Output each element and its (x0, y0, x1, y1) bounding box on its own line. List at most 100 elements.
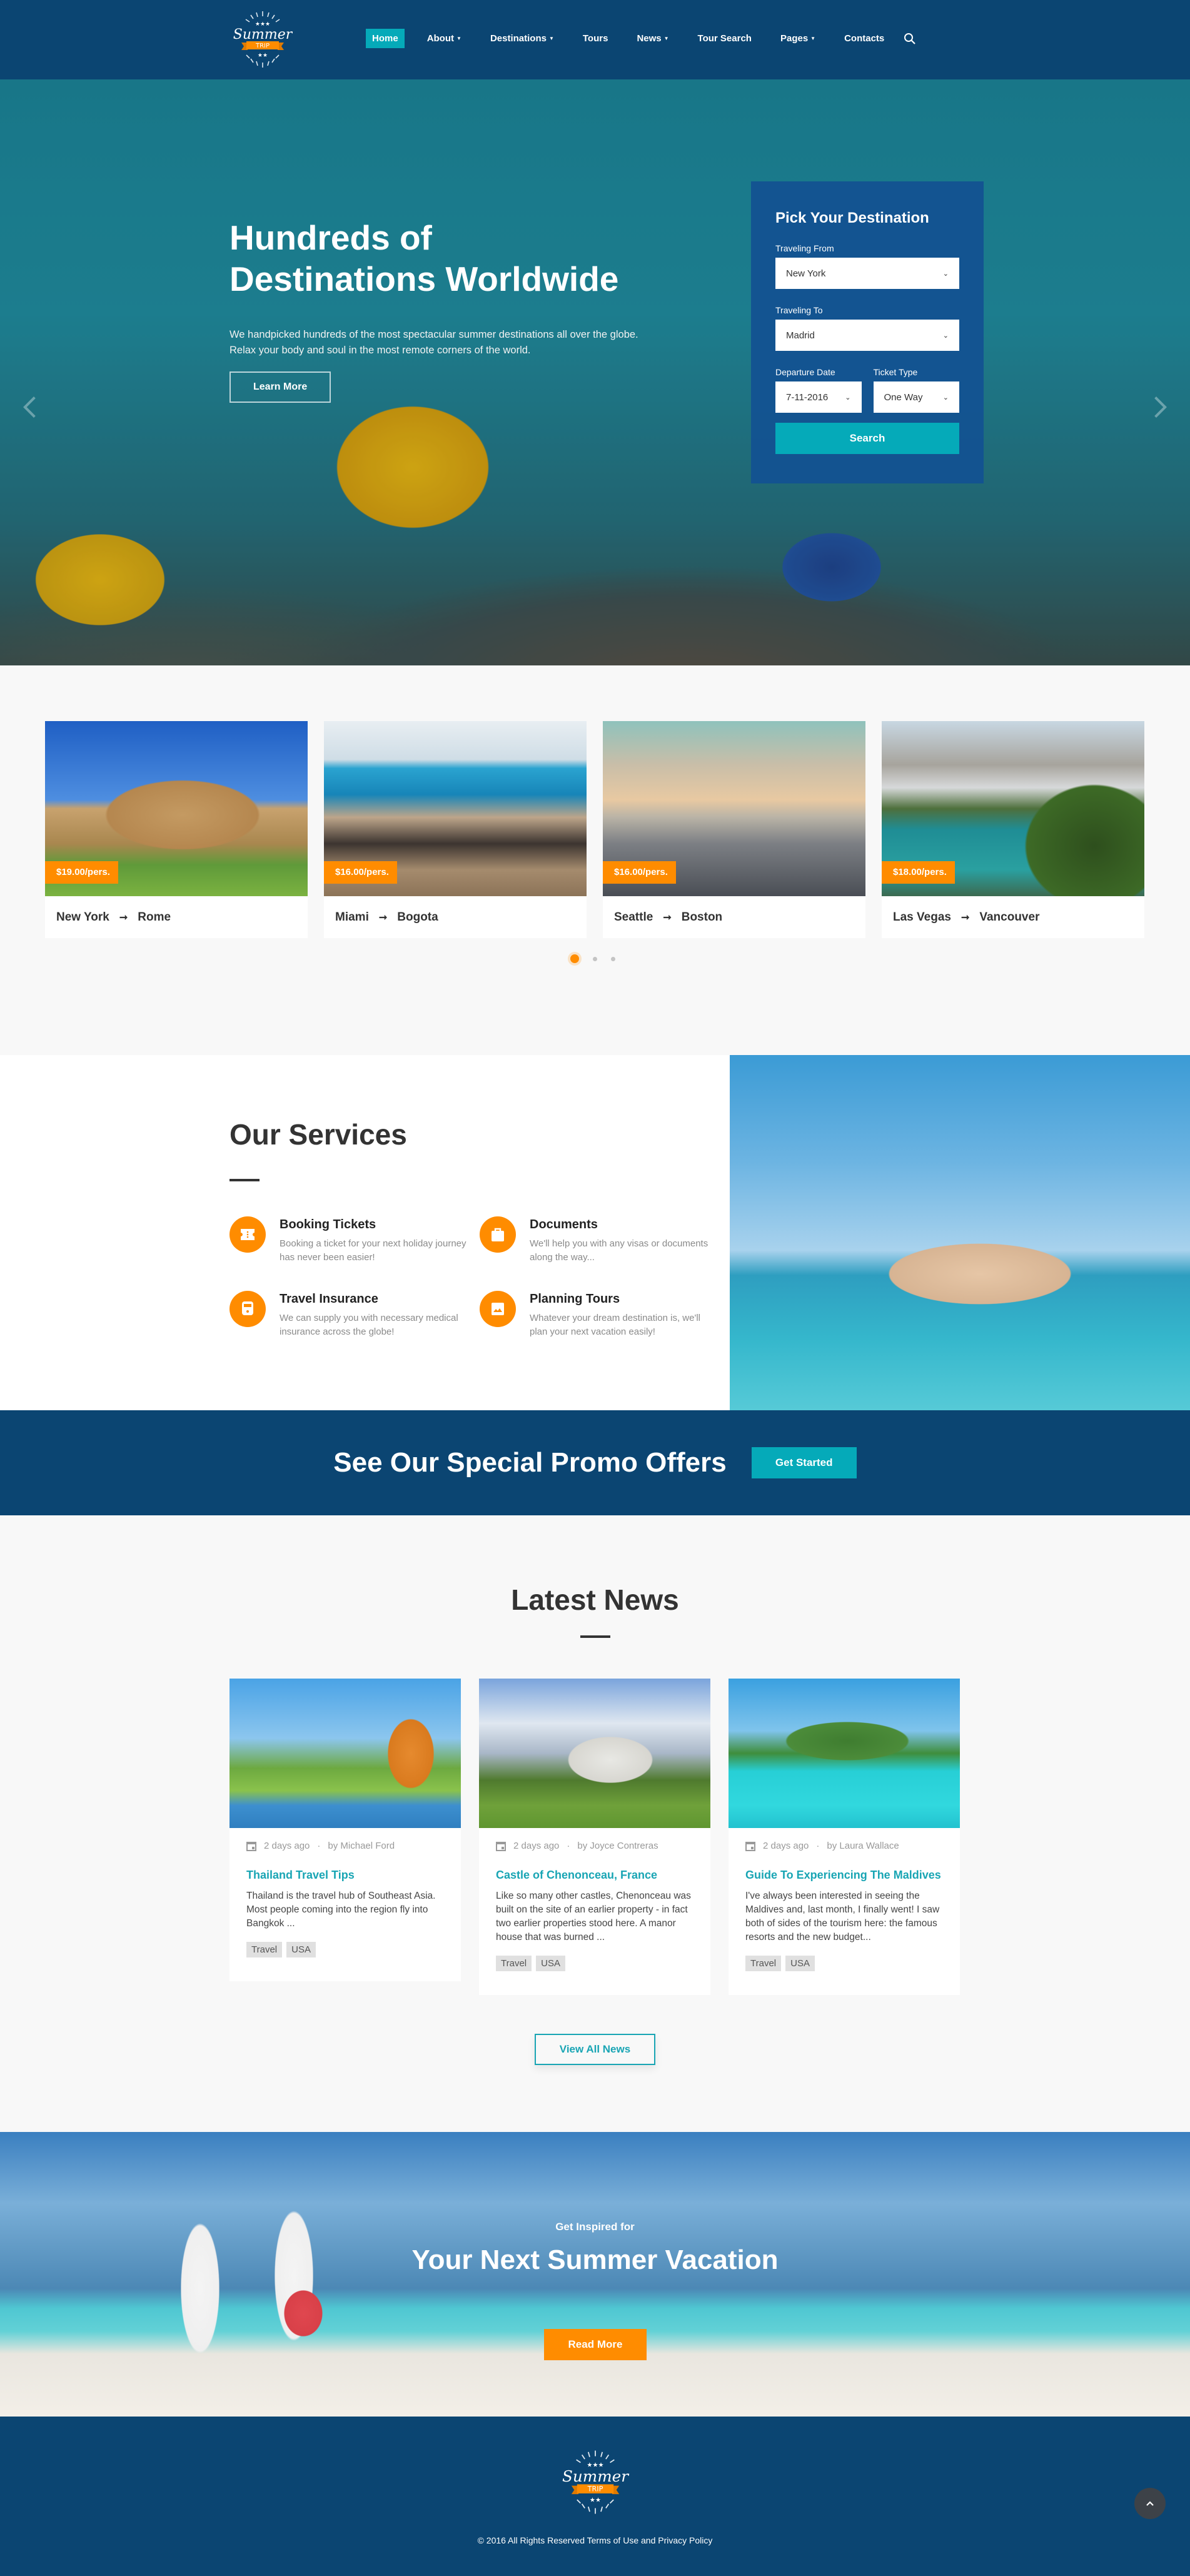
news-meta: 2 days ago · by Laura Wallace (745, 1841, 943, 1851)
select-value: One Way (884, 391, 923, 403)
nav-destinations[interactable]: Destinations ▼ (484, 29, 560, 48)
nav-news[interactable]: News ▼ (630, 29, 675, 48)
news-card[interactable]: 2 days ago · by Michael Ford Thailand Trav… (229, 1679, 461, 1981)
latest-news-section: Latest News 2 days ago · by Michael Ford T… (0, 1515, 1190, 2132)
view-all-news-button[interactable]: View All News (535, 2034, 655, 2065)
terms-link[interactable]: Terms of Use (587, 2535, 638, 2545)
news-title-link[interactable]: Thailand Travel Tips (246, 1869, 444, 1882)
nav-tours[interactable]: Tours (577, 29, 615, 48)
services-section: Our Services Booking Tickets Booking a ti… (0, 1055, 1190, 1410)
read-more-button[interactable]: Read More (544, 2329, 647, 2360)
tag[interactable]: USA (286, 1942, 316, 1957)
meta-separator: · (317, 1841, 321, 1851)
nav-label: Contacts (844, 33, 885, 44)
learn-more-button[interactable]: Learn More (229, 371, 331, 403)
price-badge: $16.00/pers. (324, 861, 397, 884)
service-desc: We'll help you with any visas or documen… (530, 1238, 708, 1263)
route-title: Seattle ➞ Boston (603, 896, 865, 938)
route-card[interactable]: $19.00/pers. New York ➞ Rome (45, 721, 308, 938)
back-to-top-button[interactable] (1134, 2488, 1166, 2519)
nav-contacts[interactable]: Contacts (838, 29, 890, 48)
site-footer: ★★★ Summer TRIP ★★ © 2016 All Rights Res… (0, 2417, 1190, 2576)
service-booking-tickets[interactable]: Booking Tickets Booking a ticket for your… (229, 1216, 467, 1265)
tag[interactable]: USA (536, 1956, 565, 1971)
from-label: Traveling From (775, 243, 834, 253)
summer-trip-logo[interactable]: ★★★ Summer TRIP ★★ (233, 9, 293, 70)
hero-description: We handpicked hundreds of the most spect… (229, 329, 638, 356)
news-card[interactable]: 2 days ago · by Joyce Contreras Castle of … (479, 1679, 710, 1995)
search-icon[interactable] (903, 32, 917, 46)
hero-title-line1: Hundreds of (229, 218, 432, 257)
copyright-text: © 2016 All Rights Reserved (477, 2535, 585, 2545)
service-travel-insurance[interactable]: Travel Insurance We can supply you with n… (229, 1291, 467, 1339)
chevron-down-icon: ⌄ (942, 331, 949, 340)
news-tags: Travel USA (496, 1956, 693, 1971)
nav-label: About (426, 33, 455, 44)
tag[interactable]: USA (785, 1956, 815, 1971)
news-image-maldives (729, 1679, 960, 1828)
route-cards: $19.00/pers. New York ➞ Rome $16.00/pers. … (45, 721, 1144, 938)
nav-home[interactable]: Home (366, 29, 405, 48)
select-value: 7-11-2016 (786, 391, 829, 403)
date-label: Departure Date (775, 367, 835, 377)
services-content: Our Services Booking Tickets Booking a ti… (0, 1055, 730, 1410)
caret-down-icon: ▼ (810, 36, 816, 41)
news-author[interactable]: by Laura Wallace (827, 1841, 899, 1851)
meta-separator: · (816, 1841, 820, 1851)
hero-title: Hundreds of Destinations Worldwide (229, 217, 655, 300)
privacy-link[interactable]: Privacy Policy (658, 2535, 712, 2545)
get-started-button[interactable]: Get Started (751, 1447, 857, 1478)
pagination-dot-active[interactable] (570, 954, 579, 963)
arrow-right-icon: ➞ (378, 912, 388, 923)
caret-down-icon: ▼ (663, 36, 669, 41)
nav-pages[interactable]: Pages ▼ (774, 29, 822, 48)
route-to: Boston (681, 910, 723, 924)
price-badge: $19.00/pers. (45, 861, 118, 884)
ticket-type-select[interactable]: One Way ⌄ (873, 381, 959, 413)
route-from: New York (56, 910, 109, 924)
route-to: Bogota (397, 910, 438, 924)
ticket-icon (229, 1216, 266, 1253)
nav-about[interactable]: About ▼ (421, 29, 468, 48)
pagination-dot[interactable] (611, 956, 615, 961)
caret-down-icon: ▼ (456, 36, 461, 41)
tag[interactable]: Travel (745, 1956, 782, 1971)
main-nav: Home About ▼ Destinations ▼ Tours News ▼ To… (366, 29, 917, 48)
service-documents[interactable]: Documents We'll help you with any visas o… (480, 1216, 717, 1265)
briefcase-icon (480, 1216, 516, 1253)
tag[interactable]: Travel (496, 1956, 532, 1971)
route-title: Las Vegas ➞ Vancouver (882, 896, 1144, 938)
date-type-row: Departure Date 7-11-2016 ⌄ Ticket Type On… (775, 351, 959, 413)
news-cards: 2 days ago · by Michael Ford Thailand Trav… (229, 1679, 960, 1995)
nav-label: News (637, 33, 662, 44)
search-button[interactable]: Search (775, 423, 959, 454)
news-author[interactable]: by Michael Ford (328, 1841, 395, 1851)
traveling-to-select[interactable]: Madrid ⌄ (775, 320, 959, 351)
title-divider (580, 1635, 610, 1638)
route-title: New York ➞ Rome (45, 896, 308, 938)
and-text: and (641, 2535, 656, 2545)
news-title-link[interactable]: Castle of Chenonceau, France (496, 1869, 693, 1882)
news-title-link[interactable]: Guide To Experiencing The Maldives (745, 1869, 943, 1882)
tag[interactable]: Travel (246, 1942, 283, 1957)
summer-trip-logo[interactable]: ★★★ Summer TRIP ★★ (555, 2448, 636, 2517)
route-card[interactable]: $18.00/pers. Las Vegas ➞ Vancouver (882, 721, 1144, 938)
pagination-dot[interactable] (593, 956, 597, 961)
route-image-city: $16.00/pers. (603, 721, 865, 896)
route-card[interactable]: $16.00/pers. Miami ➞ Bogota (324, 721, 587, 938)
nav-tour-search[interactable]: Tour Search (692, 29, 758, 48)
svg-text:★★: ★★ (590, 2497, 601, 2503)
route-from: Miami (335, 910, 369, 924)
route-card[interactable]: $16.00/pers. Seattle ➞ Boston (603, 721, 865, 938)
traveling-from-select[interactable]: New York ⌄ (775, 258, 959, 289)
service-desc: Booking a ticket for your next holiday j… (280, 1238, 466, 1263)
carousel-pagination (570, 954, 615, 963)
service-planning-tours[interactable]: Planning Tours Whatever your dream destin… (480, 1291, 717, 1339)
news-author[interactable]: by Joyce Contreras (577, 1841, 658, 1851)
arrow-right-icon: ➞ (961, 912, 970, 923)
nav-label: Tour Search (697, 33, 752, 44)
route-title: Miami ➞ Bogota (324, 896, 587, 938)
departure-date-select[interactable]: 7-11-2016 ⌄ (775, 381, 862, 413)
copyright: © 2016 All Rights Reserved Terms of Use … (0, 2535, 1190, 2545)
news-card[interactable]: 2 days ago · by Laura Wallace Guide To Exp… (729, 1679, 960, 1995)
